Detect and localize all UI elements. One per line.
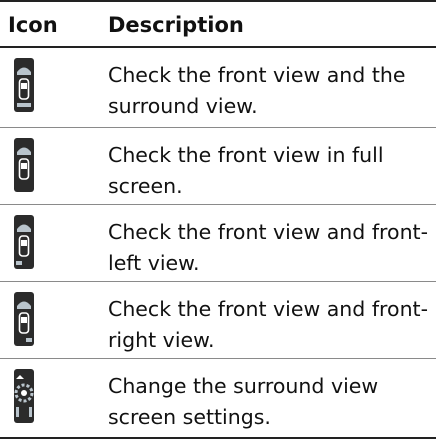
- table-row: Check the front view in full screen.: [0, 128, 436, 205]
- icon-description-table: Icon Description Check the front view an…: [0, 0, 436, 439]
- front-surround-view-icon: [12, 58, 50, 112]
- surround-view-settings-icon: [12, 369, 50, 423]
- row-description: Change the surround view screen settings…: [108, 374, 379, 429]
- row-description: Check the front view and front-right vie…: [108, 297, 428, 352]
- description-column-header: Description: [108, 13, 244, 37]
- icon-column-header: Icon: [8, 13, 58, 37]
- row-description: Check the front view and front-left view…: [108, 220, 428, 275]
- row-description: Check the front view in full screen.: [108, 143, 384, 198]
- table-row: Change the surround view screen settings…: [0, 359, 436, 439]
- table-row: Check the front view and front-left view…: [0, 205, 436, 282]
- front-left-view-icon: [12, 215, 50, 269]
- table-header: Icon Description: [0, 0, 436, 48]
- front-right-view-icon: [12, 292, 50, 346]
- table-row: Check the front view and front-right vie…: [0, 282, 436, 359]
- table-row: Check the front view and the surround vi…: [0, 48, 436, 128]
- row-description: Check the front view and the surround vi…: [108, 63, 406, 118]
- front-full-screen-view-icon: [12, 138, 50, 192]
